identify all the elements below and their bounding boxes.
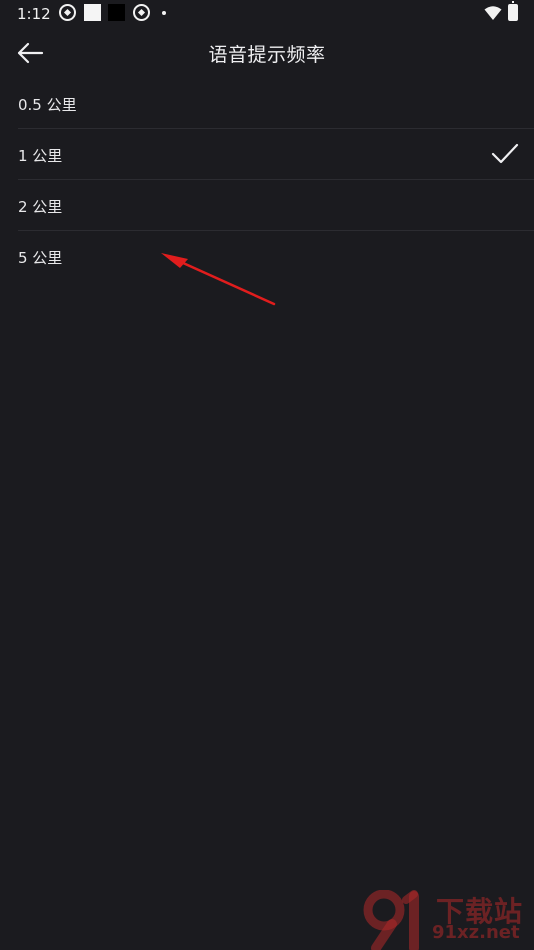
option-label: 1 公里: [18, 147, 63, 165]
option-label: 0.5 公里: [18, 96, 77, 114]
checkmark-icon: [491, 143, 519, 164]
page-title: 语音提示频率: [208, 44, 326, 66]
battery-icon: [508, 1, 518, 21]
annotation-arrow: [161, 253, 276, 306]
watermark-logo-icon: [363, 890, 419, 950]
watermark-domain: 91xz.net: [432, 922, 520, 943]
watermark: 下载站 91xz.net: [362, 888, 534, 950]
option-label: 5 公里: [18, 249, 63, 267]
dot-icon: [162, 11, 166, 15]
wifi-icon: [484, 6, 502, 20]
option-row[interactable]: 1 公里: [18, 129, 534, 180]
aperture-icon: [59, 4, 76, 21]
screen: 1:12 语音提示频率 0.5 公里 1 公里 2 公里 5 公里 下载站 91…: [0, 0, 534, 950]
option-label: 2 公里: [18, 198, 63, 216]
aperture-icon: [133, 4, 150, 21]
option-row[interactable]: 0.5 公里: [18, 78, 534, 129]
black-square-icon: [108, 4, 125, 21]
status-bar: 1:12: [0, 0, 534, 28]
status-time: 1:12: [17, 5, 51, 23]
toolbar: 语音提示频率: [0, 28, 534, 78]
option-row[interactable]: 2 公里: [18, 180, 534, 231]
white-square-icon: [84, 4, 101, 21]
